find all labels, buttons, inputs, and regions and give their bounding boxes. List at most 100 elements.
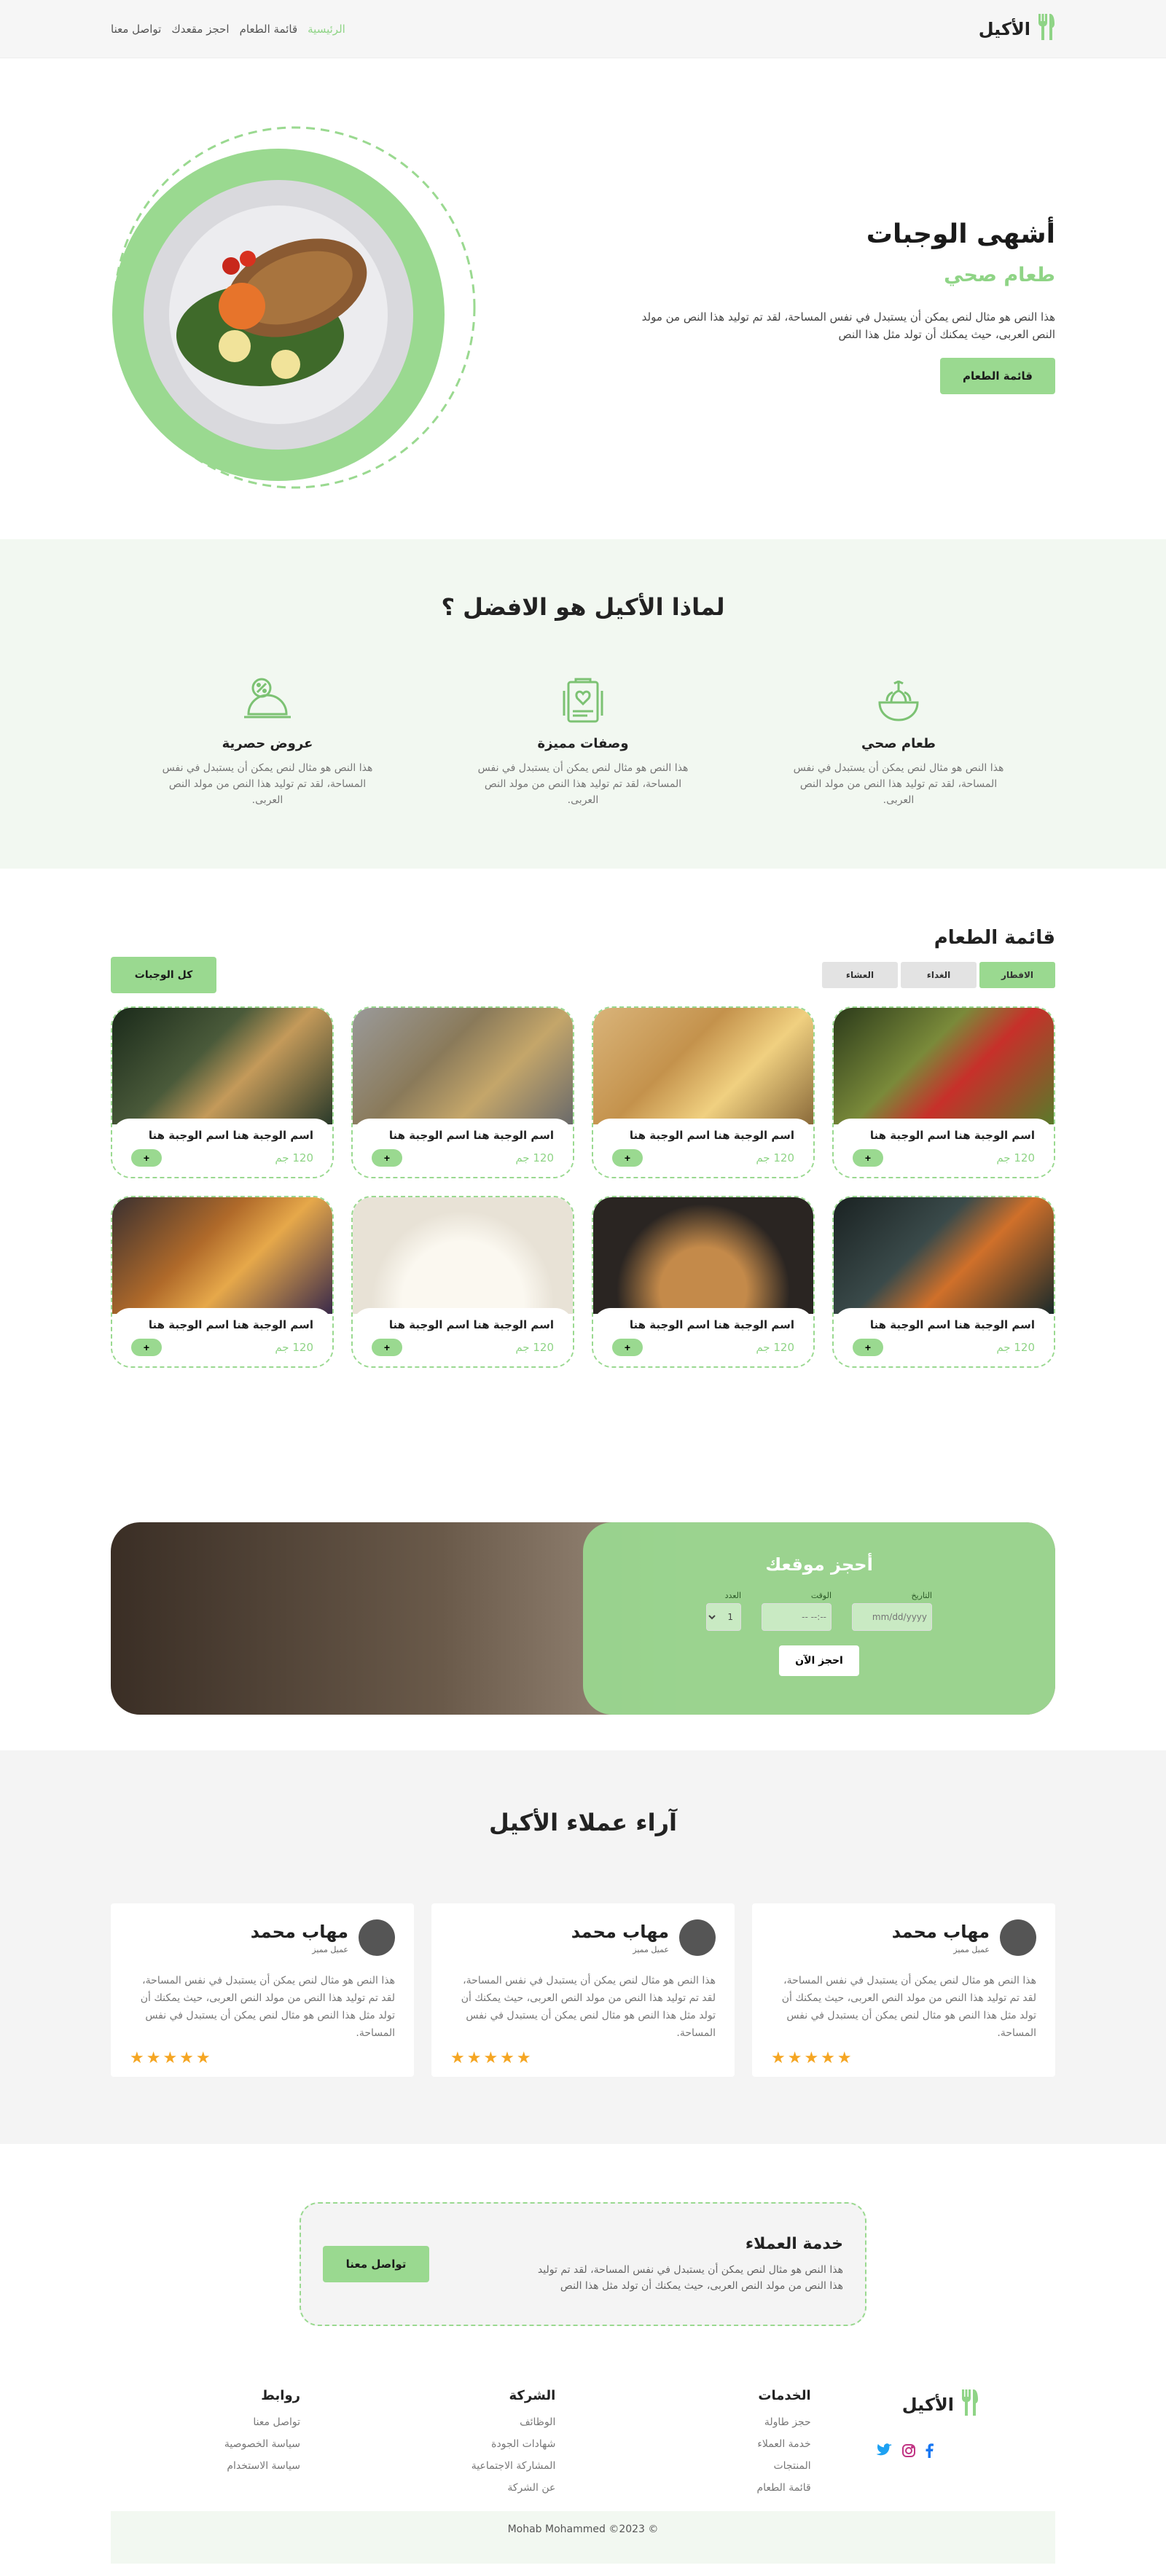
add-to-cart-button[interactable]: +: [853, 1339, 883, 1356]
service-title: خدمة العملاء: [745, 2234, 843, 2253]
meal-image: [593, 1197, 813, 1314]
add-to-cart-button[interactable]: +: [131, 1149, 162, 1167]
tab-dinner[interactable]: العشاء: [822, 962, 898, 988]
book-now-button[interactable]: احجز الآن: [779, 1645, 859, 1676]
meal-card[interactable]: اسم الوجبة هنا اسم الوجبة هنا 120 جم +: [832, 1006, 1055, 1178]
add-to-cart-button[interactable]: +: [131, 1339, 162, 1356]
footer-link[interactable]: سياسة الخصوصية: [111, 2438, 300, 2450]
star-rating: ★★★★★: [450, 2049, 533, 2067]
meal-image: [593, 1008, 813, 1124]
contact-us-button[interactable]: تواصل معنا: [323, 2246, 429, 2282]
add-to-cart-button[interactable]: +: [612, 1149, 643, 1167]
site-header: الأكيل الرئيسية قائمة الطعام احجز مقعدك …: [0, 0, 1166, 58]
hero-description: هذا النص هو مثال لنص يمكن أن يستبدل في ن…: [641, 310, 1055, 341]
meal-price: 120 جم: [515, 1341, 554, 1354]
date-label: التاريخ: [911, 1591, 932, 1600]
review-text: هذا النص هو مثال لنص يمكن أن يستبدل في ن…: [781, 1975, 1036, 2039]
guest-count-select[interactable]: 1: [706, 1603, 741, 1631]
add-to-cart-button[interactable]: +: [612, 1339, 643, 1356]
booking-section: أحجز موقعك التاريخ الوقت العدد 1 احجز ال…: [111, 1415, 1055, 1750]
footer-logo[interactable]: الأكيل: [877, 2388, 979, 2422]
discount-dish-icon: [238, 672, 297, 730]
logo-text: الأكيل: [978, 19, 1030, 39]
meal-name: اسم الوجبة هنا اسم الوجبة هنا: [148, 1318, 313, 1331]
meal-card[interactable]: اسم الوجبة هنا اسم الوجبة هنا 120 جم +: [832, 1196, 1055, 1368]
meal-card[interactable]: اسم الوجبة هنا اسم الوجبة هنا 120 جم +: [111, 1196, 334, 1368]
nav-book-seat[interactable]: احجز مقعدك: [171, 23, 229, 36]
testimonials-list: مهاب محمد عميل مميز هذا النص هو مثال لنص …: [111, 1903, 1055, 2077]
footer-link[interactable]: شهادات الجودة: [366, 2438, 555, 2450]
menu-recipe-icon: [554, 672, 612, 730]
logo[interactable]: الأكيل: [979, 12, 1055, 46]
nav-contact[interactable]: تواصل معنا: [111, 23, 161, 36]
add-to-cart-button[interactable]: +: [372, 1339, 402, 1356]
footer-link[interactable]: المشاركة الاجتماعية: [366, 2460, 556, 2472]
footer-col-title: الخدمات: [758, 2388, 811, 2403]
meal-price: 120 جم: [756, 1341, 794, 1354]
hero-plate-image: [111, 124, 478, 491]
footer-link[interactable]: الوظائف: [366, 2416, 555, 2428]
time-input[interactable]: [762, 1603, 832, 1631]
meal-image: [353, 1197, 573, 1314]
meal-card[interactable]: اسم الوجبة هنا اسم الوجبة هنا 120 جم +: [592, 1006, 815, 1178]
date-input[interactable]: [852, 1603, 932, 1631]
time-label: الوقت: [810, 1591, 832, 1600]
meal-card[interactable]: اسم الوجبة هنا اسم الوجبة هنا 120 جم +: [111, 1006, 334, 1178]
hero-subtitle: طعام صحي: [944, 264, 1055, 286]
reviewer-role: عميل مميز: [312, 1944, 348, 1954]
testimonial-card: مهاب محمد عميل مميز هذا النص هو مثال لنص …: [431, 1903, 735, 2077]
footer-link[interactable]: تواصل معنا: [111, 2416, 300, 2428]
footer-links: روابط تواصل معنا سياسة الخصوصية سياسة ال…: [111, 2388, 300, 2504]
instagram-icon[interactable]: [901, 2443, 916, 2461]
customer-service-box: خدمة العملاء هذا النص هو مثال لنص يمكن أ…: [300, 2202, 866, 2326]
meal-image: [353, 1008, 573, 1124]
site-footer: الأكيل الخدمات حجز طاولة خدمة العملاء ال…: [111, 2355, 1055, 2564]
star-rating: ★★★★★: [130, 2049, 213, 2067]
footer-link[interactable]: خدمة العملاء: [622, 2438, 810, 2450]
meal-card[interactable]: اسم الوجبة هنا اسم الوجبة هنا 120 جم +: [351, 1196, 574, 1368]
booking-form: أحجز موقعك التاريخ الوقت العدد 1 احجز ال…: [583, 1522, 1055, 1715]
footer-link[interactable]: المنتجات: [622, 2460, 810, 2472]
booking-title: أحجز موقعك: [765, 1554, 873, 1575]
footer-link[interactable]: قائمة الطعام: [622, 2482, 810, 2494]
testimonial-card: مهاب محمد عميل مميز هذا النص هو مثال لنص …: [752, 1903, 1055, 2077]
meal-name: اسم الوجبة هنا اسم الوجبة هنا: [388, 1129, 554, 1142]
tab-breakfast[interactable]: الافطار: [979, 962, 1055, 988]
feature-card: طعام صحي هذا النص هو مثال لنص يمكن أن يس…: [764, 672, 1033, 808]
menu-tabs: الافطار الغداء العشاء: [822, 962, 1055, 988]
tab-lunch[interactable]: الغداء: [901, 962, 977, 988]
footer-brand: الأكيل: [876, 2388, 979, 2504]
meal-name: اسم الوجبة هنا اسم الوجبة هنا: [148, 1129, 313, 1142]
feature-title: طعام صحي: [861, 736, 936, 751]
add-to-cart-button[interactable]: +: [853, 1149, 883, 1167]
meal-image: [834, 1197, 1054, 1314]
nav-menu[interactable]: قائمة الطعام: [240, 23, 298, 36]
booking-fields: التاريخ الوقت العدد 1: [583, 1591, 1055, 1631]
hero-menu-button[interactable]: قائمة الطعام: [940, 358, 1055, 394]
meal-card[interactable]: اسم الوجبة هنا اسم الوجبة هنا 120 جم +: [592, 1196, 815, 1368]
reviewer-name: مهاب محمد: [891, 1921, 990, 1942]
hero-text: أشهى الوجبات طعام صحي هذا النص هو مثال ل…: [618, 219, 1055, 394]
footer-col-title: روابط: [261, 2388, 301, 2403]
nav-home[interactable]: الرئيسية: [308, 23, 345, 36]
fork-knife-icon: [1036, 12, 1055, 46]
meal-image: [834, 1008, 1054, 1124]
menu-grid: اسم الوجبة هنا اسم الوجبة هنا 120 جم + اسم…: [111, 1006, 1055, 1368]
facebook-icon[interactable]: [925, 2443, 934, 2461]
count-field-group: العدد 1: [706, 1591, 741, 1631]
twitter-icon[interactable]: [876, 2443, 893, 2461]
meal-name: اسم الوجبة هنا اسم الوجبة هنا: [869, 1129, 1035, 1142]
star-rating: ★★★★★: [771, 2049, 854, 2067]
add-to-cart-button[interactable]: +: [372, 1149, 402, 1167]
all-meals-button[interactable]: كل الوجبات: [111, 957, 216, 993]
service-desc: هذا النص هو مثال لنص يمكن أن يستبدل في ن…: [537, 2263, 843, 2292]
testimonials-section: آراء عملاء الأكيل مهاب محمد عميل مميز هذا…: [0, 1750, 1166, 2144]
footer-link[interactable]: عن الشركة: [366, 2482, 555, 2494]
meal-card[interactable]: اسم الوجبة هنا اسم الوجبة هنا 120 جم +: [351, 1006, 574, 1178]
testimonial-card: مهاب محمد عميل مميز هذا النص هو مثال لنص …: [111, 1903, 414, 2077]
footer-link[interactable]: حجز طاولة: [622, 2416, 811, 2428]
meal-price: 120 جم: [275, 1341, 313, 1354]
footer-link[interactable]: سياسة الاستخدام: [111, 2460, 300, 2472]
meal-image: [112, 1008, 332, 1124]
reviewer-role: عميل مميز: [633, 1944, 669, 1954]
